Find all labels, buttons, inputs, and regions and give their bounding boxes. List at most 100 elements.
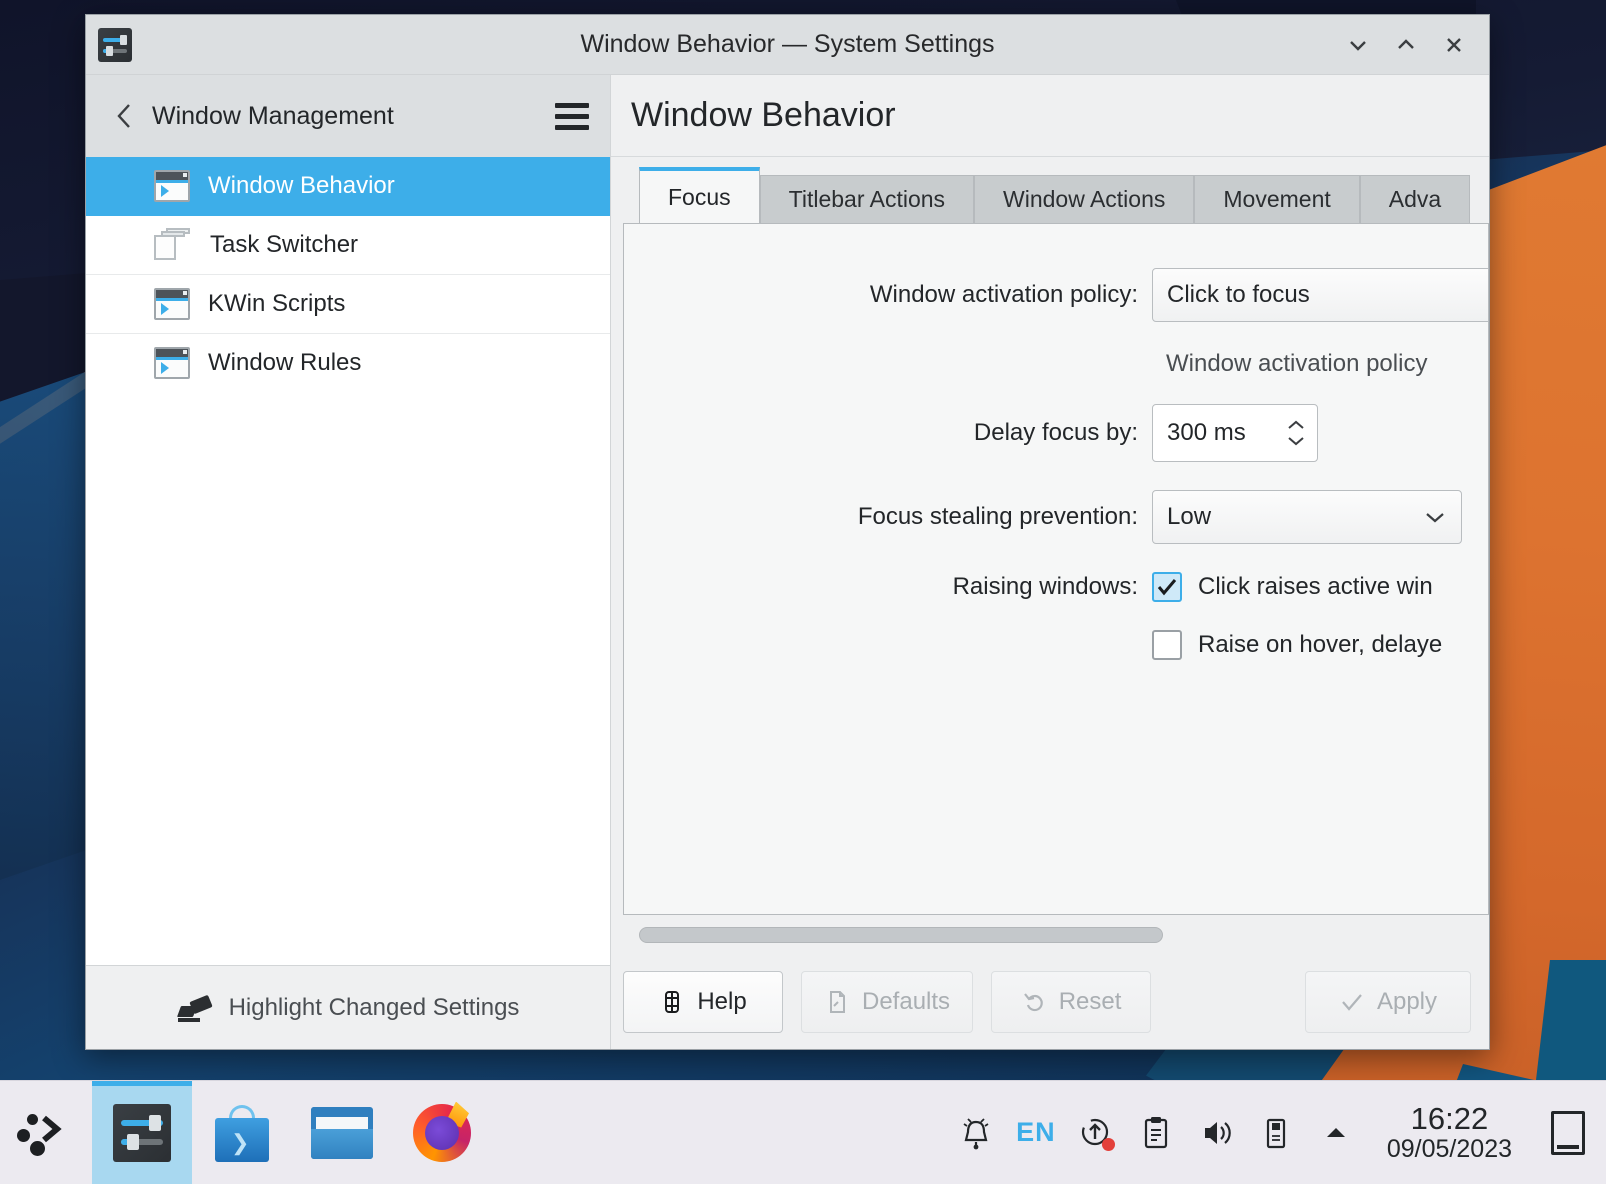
- defaults-button-label: Defaults: [862, 988, 951, 1015]
- row-window-activation-policy: Window activation policy: Click to focus: [624, 268, 1488, 322]
- raising-windows-label: Raising windows:: [952, 573, 1138, 600]
- help-button[interactable]: Help: [623, 971, 783, 1033]
- sidebar-item-label: Window Rules: [208, 349, 362, 376]
- row-raising-windows: Raising windows: Click raises active win: [624, 572, 1488, 602]
- sidebar-item-task-switcher[interactable]: Task Switcher: [86, 216, 610, 275]
- removable-device-icon[interactable]: [1249, 1103, 1303, 1163]
- system-settings-window: Window Behavior — System Settings Window…: [85, 14, 1490, 1050]
- dialog-button-box: Help Defaults Reset Apply: [611, 955, 1489, 1049]
- chevron-up-icon: [1288, 420, 1304, 429]
- spinbox-value: 300 ms: [1167, 419, 1246, 446]
- check-icon: [1339, 989, 1365, 1015]
- taskbar-item-system-settings[interactable]: [92, 1080, 192, 1184]
- tab-pane: Focus Titlebar Actions Window Actions Mo…: [623, 167, 1489, 915]
- show-desktop-icon[interactable]: [1540, 1100, 1596, 1166]
- content-area: Window Behavior Focus Titlebar Actions W…: [611, 75, 1489, 1049]
- minimize-icon[interactable]: [1337, 24, 1379, 66]
- page-title: Window Behavior: [631, 96, 896, 134]
- click-raises-label: Click raises active win: [1198, 573, 1433, 600]
- tab-content-focus: Window activation policy: Click to focus: [623, 223, 1489, 915]
- content-body: Focus Titlebar Actions Window Actions Mo…: [611, 157, 1489, 955]
- window-controls: [1337, 24, 1489, 66]
- row-raise-on-hover: Raise on hover, delaye: [624, 630, 1488, 660]
- sidebar-item-label: Window Behavior: [208, 172, 395, 199]
- focus-stealing-prevention-control: Low: [1152, 490, 1462, 544]
- horizontal-scrollbar-thumb[interactable]: [639, 927, 1163, 943]
- focus-stealing-prevention-combobox[interactable]: Low: [1152, 490, 1462, 544]
- tab-titlebar-actions[interactable]: Titlebar Actions: [759, 175, 975, 223]
- defaults-document-icon: [824, 989, 850, 1015]
- digital-clock[interactable]: 16:22 09/05/2023: [1369, 1103, 1530, 1162]
- window-titlebar[interactable]: Window Behavior — System Settings: [86, 15, 1489, 75]
- clipboard-icon[interactable]: [1129, 1103, 1183, 1163]
- tab-label: Adva: [1388, 186, 1442, 212]
- volume-icon[interactable]: [1189, 1103, 1243, 1163]
- row-focus-stealing-prevention: Focus stealing prevention: Low: [624, 490, 1488, 544]
- window-activation-policy-combobox[interactable]: Click to focus: [1152, 268, 1488, 322]
- window-behavior-icon: [154, 170, 190, 202]
- taskbar-item-discover[interactable]: ❯: [192, 1081, 292, 1184]
- taskbar-panel: ❯ EN 16:22 09/05/2023: [0, 1080, 1606, 1184]
- sidebar-item-kwin-scripts[interactable]: KWin Scripts: [86, 275, 610, 334]
- raise-on-hover-checkbox[interactable]: [1152, 630, 1182, 660]
- highlight-changed-settings-button[interactable]: Highlight Changed Settings: [86, 965, 610, 1049]
- highlighter-marker-icon: [176, 994, 213, 1022]
- apply-button[interactable]: Apply: [1305, 971, 1471, 1033]
- horizontal-scrollbar[interactable]: [623, 915, 1489, 955]
- sidebar-item-label: Task Switcher: [210, 231, 359, 258]
- sidebar-item-window-rules[interactable]: Window Rules: [86, 334, 610, 393]
- tab-advanced[interactable]: Adva: [1359, 175, 1471, 223]
- raise-on-hover-control[interactable]: Raise on hover, delaye: [1152, 630, 1442, 660]
- combobox-value: Low: [1167, 503, 1212, 530]
- tab-label: Titlebar Actions: [788, 186, 946, 212]
- update-badge: [1101, 1137, 1115, 1151]
- close-icon[interactable]: [1433, 24, 1475, 66]
- delay-focus-control: 300 ms: [1152, 404, 1318, 462]
- reset-undo-icon: [1021, 989, 1047, 1015]
- reset-button-label: Reset: [1058, 988, 1122, 1015]
- taskbar-item-firefox[interactable]: [392, 1081, 492, 1184]
- window-activation-policy-hint: Window activation policy: [1166, 350, 1428, 377]
- defaults-button[interactable]: Defaults: [801, 971, 974, 1033]
- tab-window-actions[interactable]: Window Actions: [974, 175, 1195, 223]
- kde-application-launcher[interactable]: [0, 1081, 92, 1184]
- keyboard-layout-label: EN: [1016, 1117, 1056, 1147]
- sidebar-item-label: KWin Scripts: [208, 290, 346, 317]
- notifications-bell-icon[interactable]: [949, 1103, 1003, 1163]
- maximize-icon[interactable]: [1385, 24, 1427, 66]
- desktop: Window Behavior — System Settings Window…: [0, 0, 1606, 1184]
- system-settings-icon: [113, 1103, 171, 1162]
- tab-movement[interactable]: Movement: [1194, 175, 1360, 223]
- clock-time: 16:22: [1410, 1101, 1489, 1137]
- sidebar-item-window-behavior[interactable]: Window Behavior: [86, 157, 610, 216]
- click-raises-control[interactable]: Click raises active win: [1152, 572, 1433, 602]
- tab-label: Movement: [1223, 186, 1331, 212]
- delay-focus-spinbox[interactable]: 300 ms: [1152, 404, 1318, 462]
- sidebar-header: Window Management: [86, 75, 610, 157]
- taskbar-item-file-manager[interactable]: [292, 1081, 392, 1184]
- click-raises-checkbox[interactable]: [1152, 572, 1182, 602]
- sidebar: Window Management Window Behavior Task S…: [86, 75, 611, 1049]
- folder-icon: [311, 1106, 373, 1159]
- window-activation-policy-control: Click to focus: [1152, 268, 1488, 322]
- window-title: Window Behavior — System Settings: [580, 30, 995, 58]
- kwin-scripts-icon: [154, 288, 190, 320]
- reset-button[interactable]: Reset: [991, 971, 1152, 1033]
- kde-logo-icon: [17, 1108, 75, 1158]
- chevron-down-icon: [1405, 510, 1447, 524]
- tab-focus[interactable]: Focus: [639, 167, 760, 223]
- firefox-icon: [413, 1101, 471, 1162]
- spinbox-arrows[interactable]: [1285, 420, 1307, 446]
- content-header: Window Behavior: [611, 75, 1489, 157]
- tab-label: Window Actions: [1003, 186, 1166, 212]
- tab-bar: Focus Titlebar Actions Window Actions Mo…: [623, 167, 1489, 223]
- vertical-scrollbar[interactable]: [1488, 224, 1489, 914]
- back-icon[interactable]: [108, 99, 142, 133]
- row-activation-hint: Window activation policy: [624, 350, 1488, 378]
- hamburger-menu-icon[interactable]: [552, 99, 592, 133]
- updates-icon[interactable]: [1069, 1103, 1123, 1163]
- tray-expand-arrow-icon[interactable]: [1309, 1103, 1363, 1163]
- sidebar-header-title: Window Management: [152, 101, 394, 130]
- window-rules-icon: [154, 347, 190, 379]
- keyboard-layout-indicator[interactable]: EN: [1009, 1103, 1063, 1163]
